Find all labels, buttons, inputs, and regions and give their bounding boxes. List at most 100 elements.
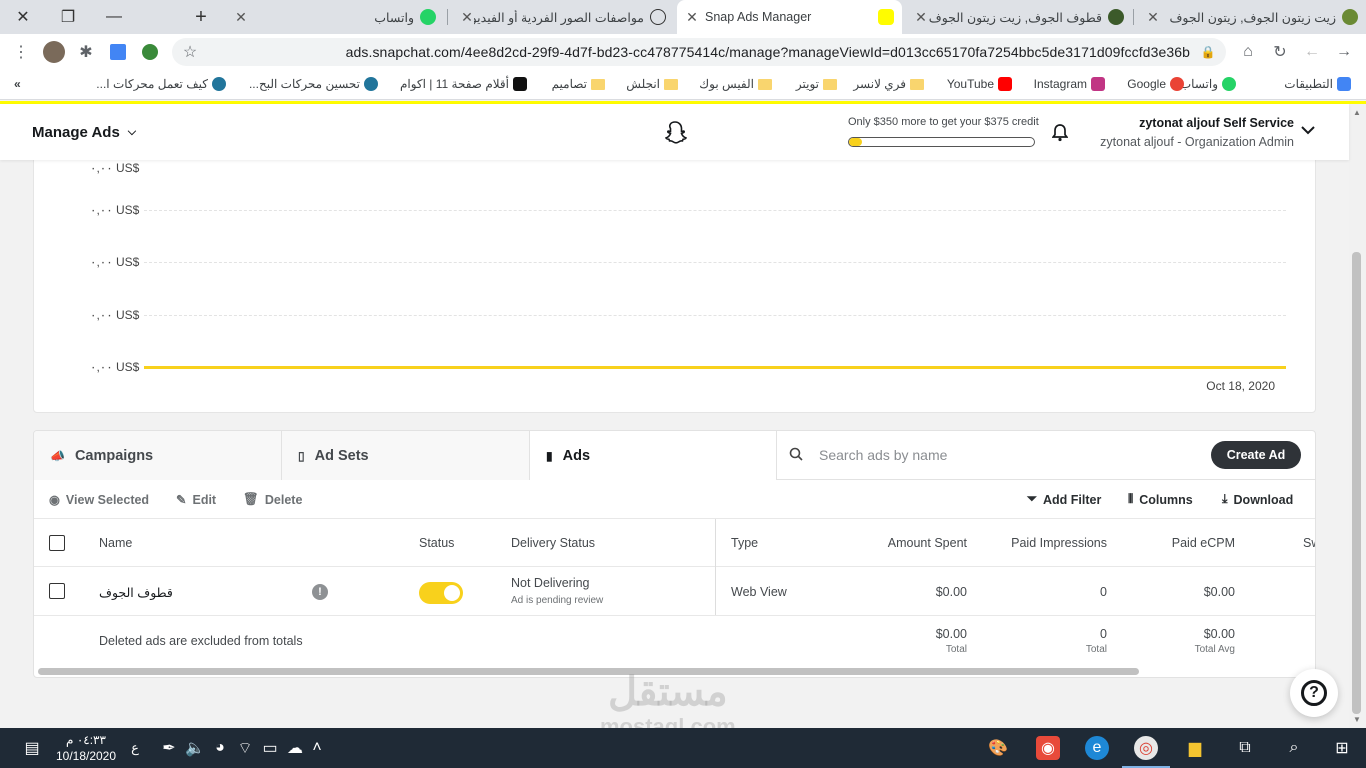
edge-icon[interactable]: e <box>1085 736 1109 760</box>
bookmark-folder-facebook[interactable]: الفيس بوك <box>699 77 772 91</box>
translate-extension-icon[interactable] <box>106 40 130 64</box>
close-tab-icon[interactable]: ✕ <box>685 9 699 26</box>
account-chevron-down-icon[interactable] <box>1300 122 1316 138</box>
close-tab-icon[interactable]: ✕ <box>234 9 248 26</box>
home-icon[interactable]: ⌂ <box>1236 40 1260 64</box>
page-scrollbar-thumb[interactable] <box>1352 252 1361 714</box>
wifi-icon[interactable]: ⌔ <box>233 736 257 760</box>
reload-icon[interactable]: ↻ <box>1268 40 1292 64</box>
manage-ads-dropdown[interactable]: Manage Ads ⌵ <box>32 124 136 141</box>
account-organization[interactable]: zytonat aljouf - Organization Admin <box>1100 135 1294 149</box>
tab-zytonat[interactable]: ✕ زيت زيتون الجوف, زيتون الجوف <box>1138 0 1366 34</box>
bookmark-apps[interactable]: التطبيقات <box>1284 77 1351 91</box>
bookmark-seo[interactable]: تحسين محركات البح... <box>249 77 378 91</box>
warning-icon[interactable]: ! <box>312 584 328 600</box>
scroll-down-icon[interactable]: ▼ <box>1353 715 1361 724</box>
view-selected-button[interactable]: ◉ View Selected <box>49 492 149 508</box>
search-icon[interactable]: ⌕ <box>1282 736 1306 760</box>
bookmark-folder-designs[interactable]: تصاميم <box>552 77 605 91</box>
notifications-icon[interactable]: ▤ <box>20 736 44 760</box>
close-window-icon[interactable]: ✕ <box>0 0 46 34</box>
bookmark-star-icon[interactable]: ☆ <box>178 40 202 64</box>
col-swipes[interactable]: Sw <box>1303 536 1315 550</box>
taskbar-clock[interactable]: ٠٤:٣٣ م 10/18/2020 <box>50 732 122 764</box>
chrome-icon[interactable]: ◎ <box>1134 736 1158 760</box>
notification-bell-icon[interactable] <box>1051 124 1069 147</box>
close-tab-icon[interactable]: ✕ <box>460 9 474 26</box>
tab-ad-sets[interactable]: ▯ Ad Sets <box>282 431 530 480</box>
table-row[interactable]: قطوف الجوف ! Not Delivering Ad is pendin… <box>34 567 1315 616</box>
col-amount-spent[interactable]: Amount Spent <box>888 536 967 550</box>
minimize-window-icon[interactable]: — <box>91 0 137 34</box>
scroll-up-icon[interactable]: ▲ <box>1353 108 1361 117</box>
tab-specs[interactable]: ✕ مواصفات الصور الفردية أو الفيديو <box>452 0 674 34</box>
bookmark-akwam[interactable]: أقلام صفحة 11 | اكوام <box>400 77 527 91</box>
app-tray-icon[interactable]: ◕ <box>208 736 232 760</box>
help-button[interactable]: ? <box>1290 669 1338 717</box>
forward-icon[interactable]: ← <box>1300 40 1324 64</box>
paint-app-icon[interactable]: 🎨 <box>986 736 1010 760</box>
credit-progress-bar <box>848 137 1035 147</box>
col-paid-ecpm[interactable]: Paid eCPM <box>1172 536 1235 550</box>
horizontal-scrollbar[interactable] <box>38 668 1139 675</box>
columns-button[interactable]: ⫴ Columns <box>1128 492 1193 507</box>
red-app-icon[interactable]: ◉ <box>1036 736 1060 760</box>
col-status[interactable]: Status <box>419 536 454 550</box>
bookmark-folder-freelancer[interactable]: فري لانسر <box>853 77 924 91</box>
tab-whatsapp[interactable]: ✕ واتساب <box>226 0 444 34</box>
more-bookmarks-icon[interactable]: » <box>14 77 21 91</box>
task-view-icon[interactable]: ⧉ <box>1233 736 1257 760</box>
add-filter-button[interactable]: ⏷ Add Filter <box>1027 492 1101 507</box>
show-hidden-icons-icon[interactable]: ˄ <box>305 736 329 760</box>
tab-campaigns[interactable]: 📣 Campaigns <box>34 431 282 480</box>
pen-icon[interactable]: ✒ <box>157 736 181 760</box>
bookmark-whatsapp[interactable]: واتساب <box>1180 77 1236 91</box>
akwam-icon <box>513 77 527 91</box>
row-checkbox[interactable] <box>49 583 65 599</box>
select-all-checkbox[interactable] <box>49 535 65 551</box>
folder-icon <box>758 78 772 90</box>
y-tick-label: ٠,٠٠ US$ <box>90 255 140 269</box>
bookmark-engines[interactable]: كيف تعمل محركات ا... <box>96 77 226 91</box>
extensions-puzzle-icon[interactable]: ✱ <box>74 40 98 64</box>
bookmark-google[interactable]: Google <box>1127 77 1184 91</box>
col-type[interactable]: Type <box>731 536 758 550</box>
col-delivery-status[interactable]: Delivery Status <box>511 536 595 550</box>
bookmark-folder-twitter[interactable]: تويتر <box>796 77 837 91</box>
volume-icon[interactable]: 🔈 <box>183 736 207 760</box>
cloud-icon[interactable]: ☁ <box>283 736 307 760</box>
tab-snap-ads-manager[interactable]: ✕ Snap Ads Manager <box>677 0 902 34</box>
search-input[interactable]: Search ads by name <box>819 447 947 463</box>
profile-avatar[interactable] <box>42 40 66 64</box>
delete-button[interactable]: 🗑 Delete <box>243 492 302 507</box>
tab-ads[interactable]: ▮ Ads <box>530 431 777 480</box>
close-tab-icon[interactable]: ✕ <box>914 9 928 26</box>
new-tab-icon[interactable]: + <box>190 0 212 34</box>
edit-button[interactable]: ✎ Edit <box>176 492 216 508</box>
battery-icon[interactable]: ▭ <box>258 736 282 760</box>
snapchat-ghost-logo-icon[interactable] <box>662 120 688 146</box>
status-toggle[interactable] <box>419 582 463 604</box>
extension-icon[interactable] <box>138 40 162 64</box>
bookmark-youtube[interactable]: YouTube <box>947 77 1012 91</box>
address-bar[interactable]: ☆ ads.snapchat.com/4ee8d2cd-29f9-4d7f-bd… <box>172 38 1226 66</box>
menu-dots-icon[interactable]: ⋮ <box>9 40 33 64</box>
close-tab-icon[interactable]: ✕ <box>1146 9 1160 26</box>
file-explorer-icon[interactable]: ▆ <box>1183 736 1207 760</box>
create-ad-button[interactable]: Create Ad <box>1211 441 1301 469</box>
language-indicator[interactable]: ع <box>123 736 147 760</box>
tab-qutoof[interactable]: ✕ قطوف الجوف, زيت زيتون الجوف <box>906 0 1132 34</box>
bookmark-folder-english[interactable]: انجلش <box>626 77 678 91</box>
windows-start-icon[interactable]: ⊞ <box>1330 736 1354 760</box>
ad-name[interactable]: قطوف الجوف <box>99 585 173 600</box>
download-button[interactable]: ⤓ Download <box>1222 492 1293 507</box>
bookmark-instagram[interactable]: Instagram <box>1034 77 1105 91</box>
page-scrollbar[interactable]: ▲ ▼ <box>1349 104 1366 728</box>
wordpress-icon <box>364 77 378 91</box>
col-name[interactable]: Name <box>99 536 132 550</box>
back-icon[interactable]: → <box>1332 40 1356 64</box>
restore-window-icon[interactable]: ❐ <box>45 0 91 34</box>
col-paid-impressions[interactable]: Paid Impressions <box>1011 536 1107 550</box>
account-name[interactable]: zytonat aljouf Self Service <box>1139 116 1294 130</box>
eye-icon: ◉ <box>49 493 60 507</box>
